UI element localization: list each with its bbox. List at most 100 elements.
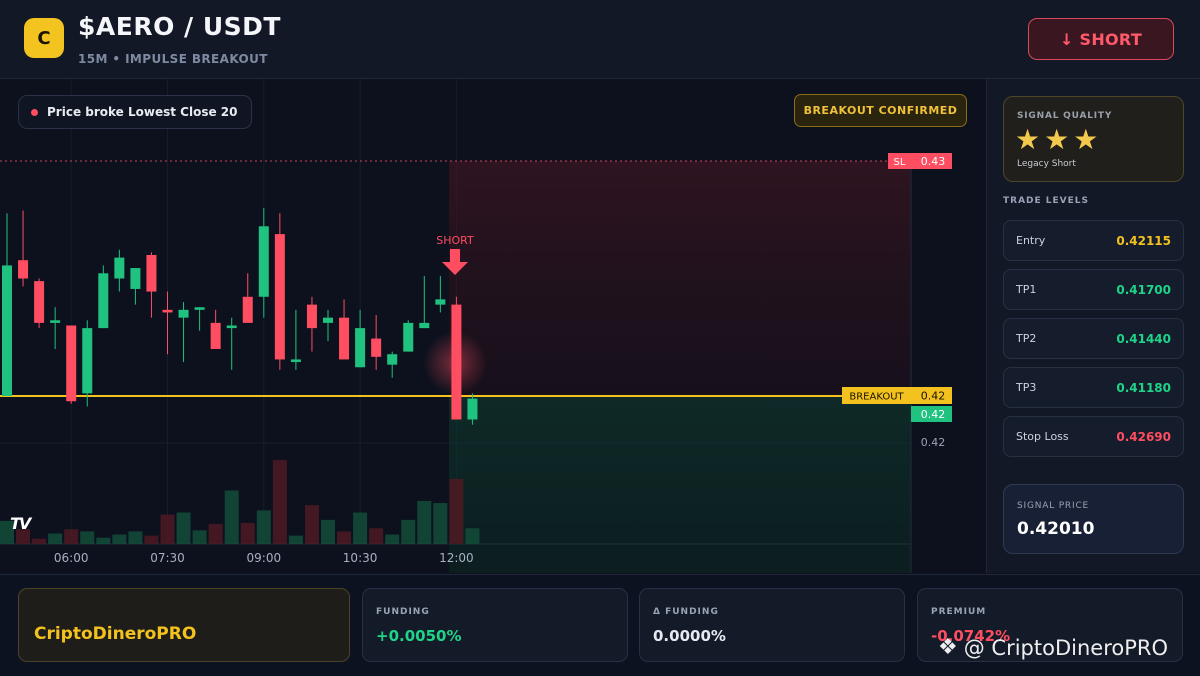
volume-bar <box>256 510 271 544</box>
funding-value: +0.0050% <box>376 627 462 645</box>
trade-level-value: 0.42115 <box>1116 234 1171 248</box>
app-logo: C <box>24 18 64 58</box>
volume-bar <box>272 460 287 544</box>
candle-body <box>50 320 61 323</box>
volume-bar <box>224 490 239 544</box>
candle-body <box>34 281 45 323</box>
pair-title: $AERO / USDT <box>78 12 281 41</box>
brand-name: CriptoDineroPRO <box>34 624 197 644</box>
star-rating-icon: ★★★ <box>1015 123 1103 156</box>
candle-body <box>467 398 478 420</box>
volume-bar <box>32 538 47 544</box>
signal-sidebar: SIGNAL QUALITY ★★★ Legacy Short TRADE LE… <box>986 79 1200 573</box>
volume-bar <box>192 530 207 544</box>
tradingview-logo-icon: TV <box>10 514 31 533</box>
trade-level-name: TP1 <box>1016 283 1037 296</box>
sl-tag: SL 0.43 <box>888 153 952 169</box>
volume-bar <box>449 478 464 544</box>
trade-level-row: Entry 0.42115 <box>1003 220 1184 261</box>
volume-bar <box>128 531 143 544</box>
candle-body <box>258 226 269 297</box>
breakout-tag: BREAKOUT 0.42 <box>842 387 952 404</box>
candle-body <box>242 296 253 323</box>
volume-bar <box>208 524 223 544</box>
trade-level-row: TP3 0.41180 <box>1003 367 1184 408</box>
trade-level-value: 0.41700 <box>1116 283 1171 297</box>
candle-body <box>226 325 237 329</box>
signal-price-label: SIGNAL PRICE <box>1017 501 1090 511</box>
candle-body <box>451 304 462 420</box>
trade-level-name: Entry <box>1016 234 1046 247</box>
candle-body <box>355 328 366 368</box>
time-axis-label: 07:30 <box>150 551 185 565</box>
candlestick-chart[interactable]: SHORT SL 0.43 BREAKOUT 0.42 0.42 0.42 06… <box>0 79 985 573</box>
trade-level-row: TP2 0.41440 <box>1003 318 1184 359</box>
volume-bar <box>369 528 384 544</box>
volume-bar <box>385 534 400 544</box>
volume-bar <box>112 534 127 544</box>
candle-body <box>210 322 221 349</box>
volume-bar <box>401 519 416 544</box>
candle-body <box>98 273 109 329</box>
current-price-tag: 0.42 <box>911 406 952 422</box>
price-chart[interactable]: SHORT SL 0.43 BREAKOUT 0.42 0.42 0.42 06… <box>0 79 985 573</box>
volume-bar <box>304 505 319 544</box>
candle-body <box>371 338 382 357</box>
candle-body <box>178 309 189 318</box>
candle-body <box>419 322 430 329</box>
brand-card: CriptoDineroPRO <box>18 588 350 662</box>
volume-bar <box>288 535 303 544</box>
funding-card: FUNDING +0.0050% <box>362 588 628 662</box>
watermark-text: @ CriptoDineroPRO <box>963 635 1168 660</box>
price-axis-label: 0.42 <box>921 436 946 449</box>
candle-body <box>274 234 285 360</box>
trade-level-row: Stop Loss 0.42690 <box>1003 416 1184 457</box>
funding-label: FUNDING <box>376 607 430 617</box>
volume-bar <box>160 514 175 544</box>
candle-body <box>387 354 398 365</box>
header: C $AERO / USDT 15M • IMPULSE BREAKOUT ↓ … <box>0 0 1200 79</box>
breakout-confirmed-badge: BREAKOUT CONFIRMED <box>794 94 967 127</box>
short-zone <box>449 161 911 396</box>
short-marker-label: SHORT <box>436 234 474 247</box>
candle-body <box>114 257 125 279</box>
candle-body <box>2 265 12 396</box>
candle-body <box>323 317 333 323</box>
candle-body <box>435 299 446 305</box>
target-zone <box>449 396 911 573</box>
status-dot-icon <box>31 108 38 116</box>
volume-bar <box>80 531 95 544</box>
candle-body <box>403 322 414 352</box>
trade-level-value: 0.42690 <box>1116 430 1171 444</box>
volume-bar <box>64 529 79 544</box>
premium-label: PREMIUM <box>931 607 987 617</box>
candle-body <box>82 328 93 394</box>
svg-text:0.42: 0.42 <box>921 408 946 421</box>
trade-level-name: Stop Loss <box>1016 430 1069 443</box>
candle-body <box>306 304 317 329</box>
candle-body <box>130 268 141 289</box>
trade-level-row: TP1 0.41700 <box>1003 269 1184 310</box>
delta-funding-card: Δ FUNDING 0.0000% <box>639 588 905 662</box>
candle-body <box>194 307 205 310</box>
trade-level-name: TP2 <box>1016 332 1037 345</box>
time-axis-label: 10:30 <box>343 551 378 565</box>
watermark: ❖ @ CriptoDineroPRO <box>938 635 1168 660</box>
time-axis-label: 06:00 <box>54 551 89 565</box>
signal-quality-card: SIGNAL QUALITY ★★★ Legacy Short <box>1003 96 1184 182</box>
time-axis-label: 12:00 <box>439 551 474 565</box>
signal-quality-sub: Legacy Short <box>1017 159 1076 169</box>
candle-body <box>290 359 301 363</box>
volume-bar <box>48 533 63 544</box>
footer-stats: CriptoDineroPRO FUNDING +0.0050% Δ FUNDI… <box>0 574 1200 676</box>
trade-levels-title: TRADE LEVELS <box>1003 196 1089 206</box>
sl-price: 0.43 <box>921 155 946 168</box>
trade-level-value: 0.41180 <box>1116 381 1171 395</box>
delta-funding-label: Δ FUNDING <box>653 607 719 617</box>
volume-bar <box>337 531 352 544</box>
svg-text:SL: SL <box>894 157 906 168</box>
short-button[interactable]: ↓ SHORT <box>1028 18 1174 60</box>
candle-body <box>18 260 29 279</box>
candle-body <box>146 255 157 292</box>
breakout-price: 0.42 <box>921 390 946 403</box>
